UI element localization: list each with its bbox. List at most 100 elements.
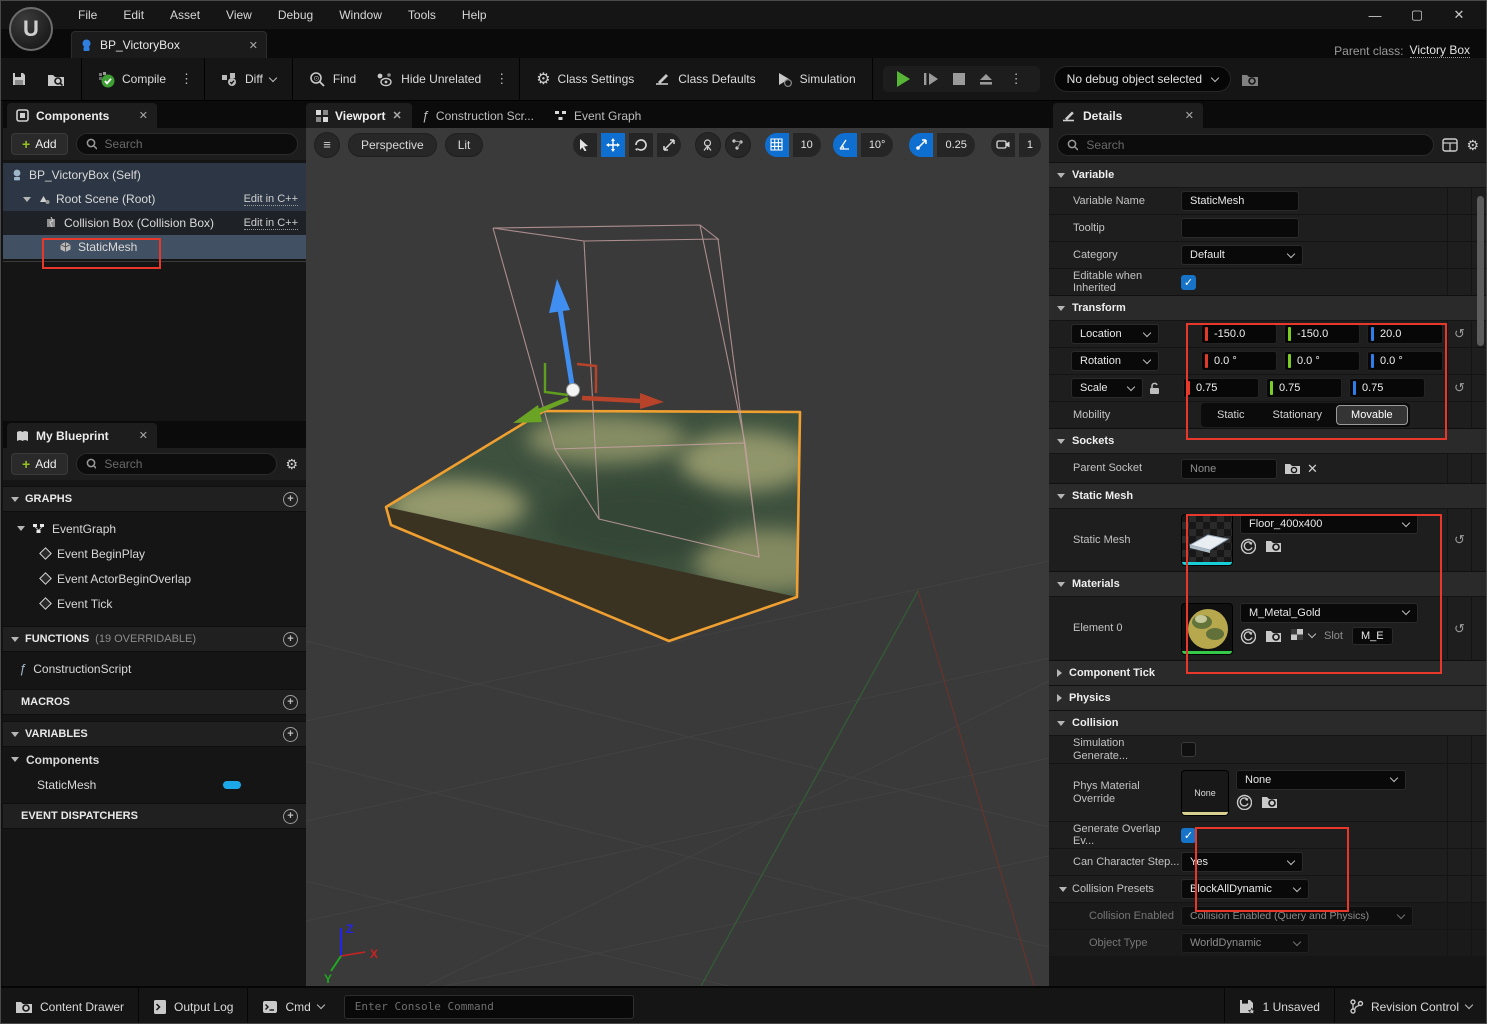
material-thumbnail[interactable] xyxy=(1181,602,1233,655)
section-materials[interactable]: Materials xyxy=(1049,571,1486,596)
close-icon[interactable]: ✕ xyxy=(139,429,148,442)
location-reset-icon[interactable]: ↺ xyxy=(1447,321,1471,347)
tooltip-input[interactable] xyxy=(1181,218,1299,238)
rotation-dropdown[interactable]: Rotation xyxy=(1071,351,1159,371)
settings-gear-icon[interactable]: ⚙ xyxy=(285,456,298,473)
close-icon[interactable]: ✕ xyxy=(139,109,148,122)
menu-asset[interactable]: Asset xyxy=(157,1,213,29)
section-physics[interactable]: Physics xyxy=(1049,685,1486,710)
macros-section-header[interactable]: MACROS + xyxy=(3,689,306,715)
section-variable[interactable]: Variable xyxy=(1049,162,1486,187)
add-macro-icon[interactable]: + xyxy=(283,694,298,710)
location-z-input[interactable]: 20.0 xyxy=(1367,324,1443,344)
texture-picker-icon[interactable] xyxy=(1290,628,1306,644)
chevron-down-icon[interactable] xyxy=(1307,629,1317,639)
menu-help[interactable]: Help xyxy=(449,1,500,29)
lit-button[interactable]: Lit xyxy=(444,132,484,157)
static-mesh-reset-icon[interactable]: ↺ xyxy=(1447,509,1471,571)
parent-class-link[interactable]: Victory Box xyxy=(1409,43,1470,58)
scale-tool-icon[interactable] xyxy=(656,132,681,157)
revision-control-button[interactable]: Revision Control xyxy=(1335,987,1486,1023)
event-dispatchers-section-header[interactable]: EVENT DISPATCHERS + xyxy=(3,803,306,829)
tab-viewport[interactable]: Viewport ✕ xyxy=(306,103,412,128)
event-actorbeginoverlap-row[interactable]: Event ActorBeginOverlap xyxy=(3,566,306,591)
staticmesh-variable-row[interactable]: StaticMesh xyxy=(3,772,306,797)
viewport-options-icon[interactable]: ≡ xyxy=(314,131,340,158)
gizmo-z-arrow[interactable] xyxy=(557,308,576,392)
add-component-button[interactable]: + Add xyxy=(11,133,68,155)
close-icon[interactable]: ✕ xyxy=(1185,109,1194,122)
hide-unrelated-button[interactable]: Hide Unrelated xyxy=(366,64,491,94)
material-dropdown[interactable]: M_Metal_Gold xyxy=(1240,602,1418,623)
tab-bp-victorybox[interactable]: BP_VictoryBox ✕ xyxy=(71,31,267,58)
can-character-step-dropdown[interactable]: Yes xyxy=(1181,852,1303,872)
editable-checkbox[interactable]: ✓ xyxy=(1181,274,1196,290)
event-tick-row[interactable]: Event Tick xyxy=(3,591,306,616)
clear-socket-icon[interactable]: ✕ xyxy=(1307,461,1318,477)
transform-gizmo[interactable] xyxy=(513,279,664,423)
browse-to-asset-icon[interactable] xyxy=(1261,794,1277,810)
slot-name-input[interactable]: M_E xyxy=(1351,626,1393,645)
object-type-dropdown[interactable]: WorldDynamic xyxy=(1181,933,1309,953)
scale-z-input[interactable]: 0.75 xyxy=(1349,378,1425,398)
menu-view[interactable]: View xyxy=(213,1,265,29)
hide-unrelated-options-icon[interactable]: ⋮ xyxy=(491,71,513,87)
unreal-logo-icon[interactable]: U xyxy=(9,7,53,51)
use-selected-asset-icon[interactable] xyxy=(1236,794,1252,810)
parent-socket-input[interactable]: None xyxy=(1181,458,1277,479)
play-options-icon[interactable]: ⋮ xyxy=(1006,71,1028,87)
add-function-icon[interactable]: + xyxy=(283,631,298,647)
my-blueprint-search[interactable] xyxy=(75,453,278,475)
details-scrollbar[interactable] xyxy=(1477,196,1484,346)
collapse-arrow-icon[interactable] xyxy=(17,526,25,531)
browse-to-asset-icon[interactable] xyxy=(1265,538,1281,554)
browse-asset-button[interactable] xyxy=(37,64,75,94)
menu-window[interactable]: Window xyxy=(326,1,395,29)
grid-snap-icon[interactable] xyxy=(764,132,789,157)
compile-button[interactable]: Compile xyxy=(88,64,176,94)
move-tool-icon[interactable] xyxy=(600,132,625,157)
save-button[interactable] xyxy=(1,64,37,94)
mobility-static[interactable]: Static xyxy=(1203,405,1259,425)
section-sockets[interactable]: Sockets xyxy=(1049,428,1486,453)
phys-material-dropdown[interactable]: None xyxy=(1236,769,1406,790)
diff-button[interactable]: Diff xyxy=(211,64,286,94)
component-row-collision-box[interactable]: Collision Box (Collision Box) Edit in C+… xyxy=(3,211,306,235)
unsaved-button[interactable]: 1 Unsaved xyxy=(1225,987,1334,1023)
stop-icon[interactable] xyxy=(952,72,966,86)
section-transform[interactable]: Transform xyxy=(1049,295,1486,320)
variables-section-header[interactable]: VARIABLES + xyxy=(3,721,306,747)
output-log-button[interactable]: Output Log xyxy=(139,987,247,1023)
class-settings-button[interactable]: ⚙ Class Settings xyxy=(526,64,644,94)
components-tab[interactable]: Components ✕ xyxy=(7,103,157,128)
collision-presets-dropdown[interactable]: BlockAllDynamic xyxy=(1181,879,1309,899)
section-component-tick[interactable]: Component Tick xyxy=(1049,660,1486,685)
details-settings-gear-icon[interactable]: ⚙ xyxy=(1466,137,1479,154)
content-drawer-button[interactable]: Content Drawer xyxy=(1,987,138,1023)
floor-mesh[interactable] xyxy=(384,409,842,643)
my-blueprint-search-input[interactable] xyxy=(102,456,268,472)
scale-x-input[interactable]: 0.75 xyxy=(1183,378,1259,398)
edit-in-cpp-link[interactable]: Edit in C++ xyxy=(243,193,298,206)
static-mesh-dropdown[interactable]: Floor_400x400 xyxy=(1240,514,1418,534)
scale-reset-icon[interactable]: ↺ xyxy=(1447,375,1471,401)
event-beginplay-row[interactable]: Event BeginPlay xyxy=(3,541,306,566)
phys-material-thumbnail[interactable]: None xyxy=(1181,769,1229,816)
edit-in-cpp-link[interactable]: Edit in C++ xyxy=(243,217,298,230)
class-defaults-button[interactable]: Class Defaults xyxy=(644,64,765,94)
rotation-z-input[interactable]: 0.0 ° xyxy=(1367,351,1443,371)
expand-arrow-icon[interactable] xyxy=(23,196,31,202)
section-static-mesh[interactable]: Static Mesh xyxy=(1049,483,1486,508)
tab-event-graph[interactable]: Event Graph xyxy=(544,103,651,128)
generate-overlap-checkbox[interactable]: ✓ xyxy=(1181,827,1196,843)
scale-snap-value[interactable]: 0.25 xyxy=(937,132,975,157)
scale-lock-icon[interactable] xyxy=(1147,381,1161,395)
mobility-stationary[interactable]: Stationary xyxy=(1259,405,1337,425)
cmd-dropdown[interactable]: Cmd xyxy=(248,987,337,1023)
tab-construction-script[interactable]: ƒ Construction Scr... xyxy=(412,103,544,128)
close-button[interactable]: ✕ xyxy=(1442,4,1476,26)
find-button[interactable]: ⊙ Find xyxy=(299,64,366,94)
section-collision[interactable]: Collision xyxy=(1049,710,1486,735)
display-filter-icon[interactable] xyxy=(1442,138,1459,152)
collapse-arrow-icon[interactable] xyxy=(1059,886,1067,892)
